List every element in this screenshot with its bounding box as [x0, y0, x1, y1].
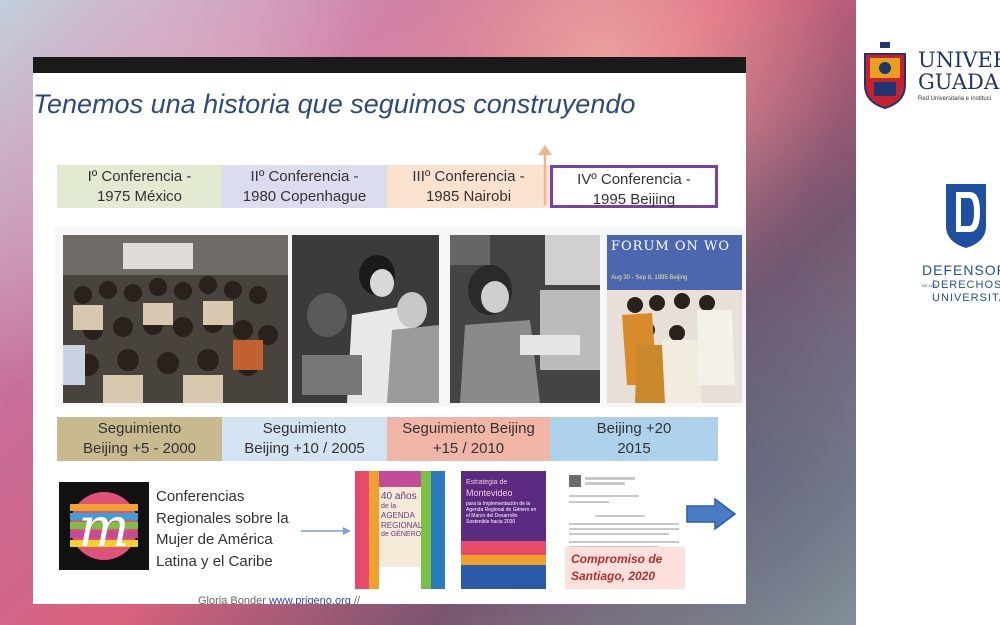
book1-title-4: REGIONAL: [381, 521, 423, 530]
conference-box-2: IIº Conferencia - 1980 Copenhague: [222, 165, 387, 208]
conference-2-line1: IIº Conferencia -: [250, 168, 359, 185]
followup-1-line2: Beijing +5 - 2000: [83, 440, 196, 457]
followup-4-line2: 2015: [617, 440, 651, 457]
montevideo-book-cover: Estrategia de Montevideo para la Impleme…: [461, 471, 546, 589]
group-photo-image: [63, 235, 288, 403]
followup-2-line1: Seguimiento: [262, 420, 347, 437]
credit-author: Gloria Bonder: [198, 595, 266, 604]
regional-line-4: Latina y el Caribe: [156, 552, 273, 570]
svg-text:m: m: [78, 496, 129, 559]
woman-at-terminal-photo: [450, 235, 600, 403]
slide-title: Tenemos una historia que seguimos constr…: [33, 89, 636, 119]
conference-photo-1: [63, 235, 288, 403]
university-name-2: GUADAL: [918, 70, 1000, 94]
compromiso-label-box: Compromiso de Santiago, 2020: [565, 547, 685, 589]
followup-box-2: Seguimiento Beijing +10 / 2005: [222, 417, 387, 461]
followup-3-line2: +15 / 2010: [432, 440, 505, 457]
branding-panel: UNIVERS GUADAL Red Universitaria e Insti…: [856, 0, 1000, 625]
defensoria-title: DEFENSORÍ: [922, 262, 1000, 278]
book2-title-2: Montevideo: [466, 488, 513, 498]
conference-box-1: Iº Conferencia - 1975 México: [57, 165, 222, 208]
followup-box-1: Seguimiento Beijing +5 - 2000: [57, 417, 222, 461]
compromiso-document: Compromiso de Santiago, 2020: [565, 471, 685, 589]
conference-box-3: IIIº Conferencia - 1985 Nairobi: [387, 165, 550, 208]
up-arrow-icon: [538, 145, 552, 205]
conference-photo-3: [450, 235, 600, 403]
conference-1-line1: Iº Conferencia -: [87, 168, 192, 185]
conference-2-line2: 1980 Copenhague: [242, 188, 367, 205]
university-crest-icon: [864, 42, 906, 110]
regional-line-1: Conferencias: [156, 488, 245, 505]
followup-2-line2: Beijing +10 / 2005: [244, 440, 365, 457]
conference-photo-2: [292, 235, 439, 403]
defensoria-shield-icon: [946, 184, 986, 248]
slide-top-bar: [33, 57, 746, 73]
conference-box-4: IVº Conferencia - 1995 Beijing: [550, 165, 718, 208]
m-logo-icon: m: [59, 482, 149, 570]
slide-credit: Gloria Bonder www.prigeno.org //: [198, 595, 360, 604]
regional-line-3: Mujer de América: [156, 531, 273, 548]
book1-title-5: de GÉNERO: [381, 531, 422, 538]
university-tagline: Red Universitaria e Instituci: [918, 96, 992, 102]
book1-title-1: 40 años: [381, 491, 417, 502]
credit-suffix: //: [353, 595, 361, 604]
connector-arrow-icon: [301, 527, 351, 535]
regional-line-2: Regionales sobre la: [156, 509, 289, 527]
conference-3-line2: 1985 Nairobi: [425, 188, 512, 205]
book1-title-3: AGENDA: [381, 511, 415, 520]
regional-conferences-text: Conferencias Regionales sobre la Mujer d…: [156, 486, 289, 572]
forum-banner-date: Aug 30 - Sep 8, 1995 Beijing: [611, 275, 688, 281]
university-name-1: UNIVERS: [918, 48, 1000, 72]
followup-4-line1: Beijing +20: [596, 420, 672, 437]
followup-box-4: Beijing +20 2015: [550, 417, 718, 461]
credit-link[interactable]: www.prigeno.org: [269, 595, 351, 604]
followup-3-line1: Seguimiento Beijing: [402, 420, 535, 437]
book2-title-3: para la Implementación de la Agenda Regi…: [466, 501, 537, 525]
defensoria-line-2: DERECHOS: [932, 279, 1000, 291]
agenda-book-cover: 40 años de la AGENDA REGIONAL de GÉNERO: [355, 471, 445, 589]
forum-banner-photo: [607, 235, 742, 403]
defensoria-line-3: UNIVERSITARIO: [932, 292, 1000, 304]
conference-photo-4: FORUM ON WO Aug 30 - Sep 8, 1995 Beijing: [607, 235, 742, 403]
presentation-slide: Tenemos una historia que seguimos constr…: [33, 57, 746, 604]
followup-1-line1: Seguimiento: [97, 420, 182, 437]
compromiso-line-2: Santiago, 2020: [571, 569, 656, 583]
conference-4-line1: IVº Conferencia -: [577, 171, 691, 188]
women-at-computer-photo: [292, 235, 439, 403]
forum-banner-text: FORUM ON WO: [611, 239, 731, 254]
book2-title-1: Estrategia de: [466, 479, 508, 486]
followup-box-3: Seguimiento Beijing +15 / 2010: [387, 417, 550, 461]
compromiso-line-1: Compromiso de: [571, 552, 663, 566]
conference-1-line2: 1975 México: [96, 188, 183, 205]
conference-3-line1: IIIº Conferencia -: [412, 168, 525, 185]
conference-4-line2: 1995 Beijing: [592, 191, 676, 208]
book1-title-2: de la: [381, 503, 397, 510]
right-arrow-icon: [686, 497, 737, 531]
